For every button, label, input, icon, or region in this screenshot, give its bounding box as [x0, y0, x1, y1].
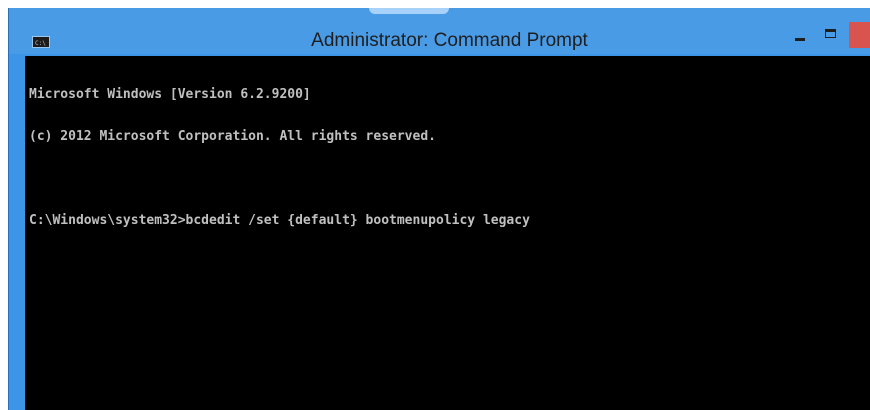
title-bar[interactable]: C:\ Administrator: Command Prompt	[9, 8, 870, 54]
minimize-button[interactable]	[787, 24, 813, 48]
window-title: Administrator: Command Prompt	[311, 30, 588, 51]
command-prompt-window: C:\ Administrator: Command Prompt Micros…	[8, 8, 870, 410]
maximize-button[interactable]	[817, 24, 845, 48]
console-output[interactable]: Microsoft Windows [Version 6.2.9200] (c)…	[25, 56, 870, 410]
close-button[interactable]	[849, 22, 870, 48]
console-line: Microsoft Windows [Version 6.2.9200]	[29, 87, 311, 102]
title-bar-highlight	[369, 8, 449, 14]
minimize-icon	[795, 38, 805, 41]
command-line[interactable]: C:\Windows\system32>bcdedit /set {defaul…	[29, 214, 870, 228]
console-line: (c) 2012 Microsoft Corporation. All righ…	[29, 129, 436, 144]
maximize-icon	[825, 29, 836, 38]
